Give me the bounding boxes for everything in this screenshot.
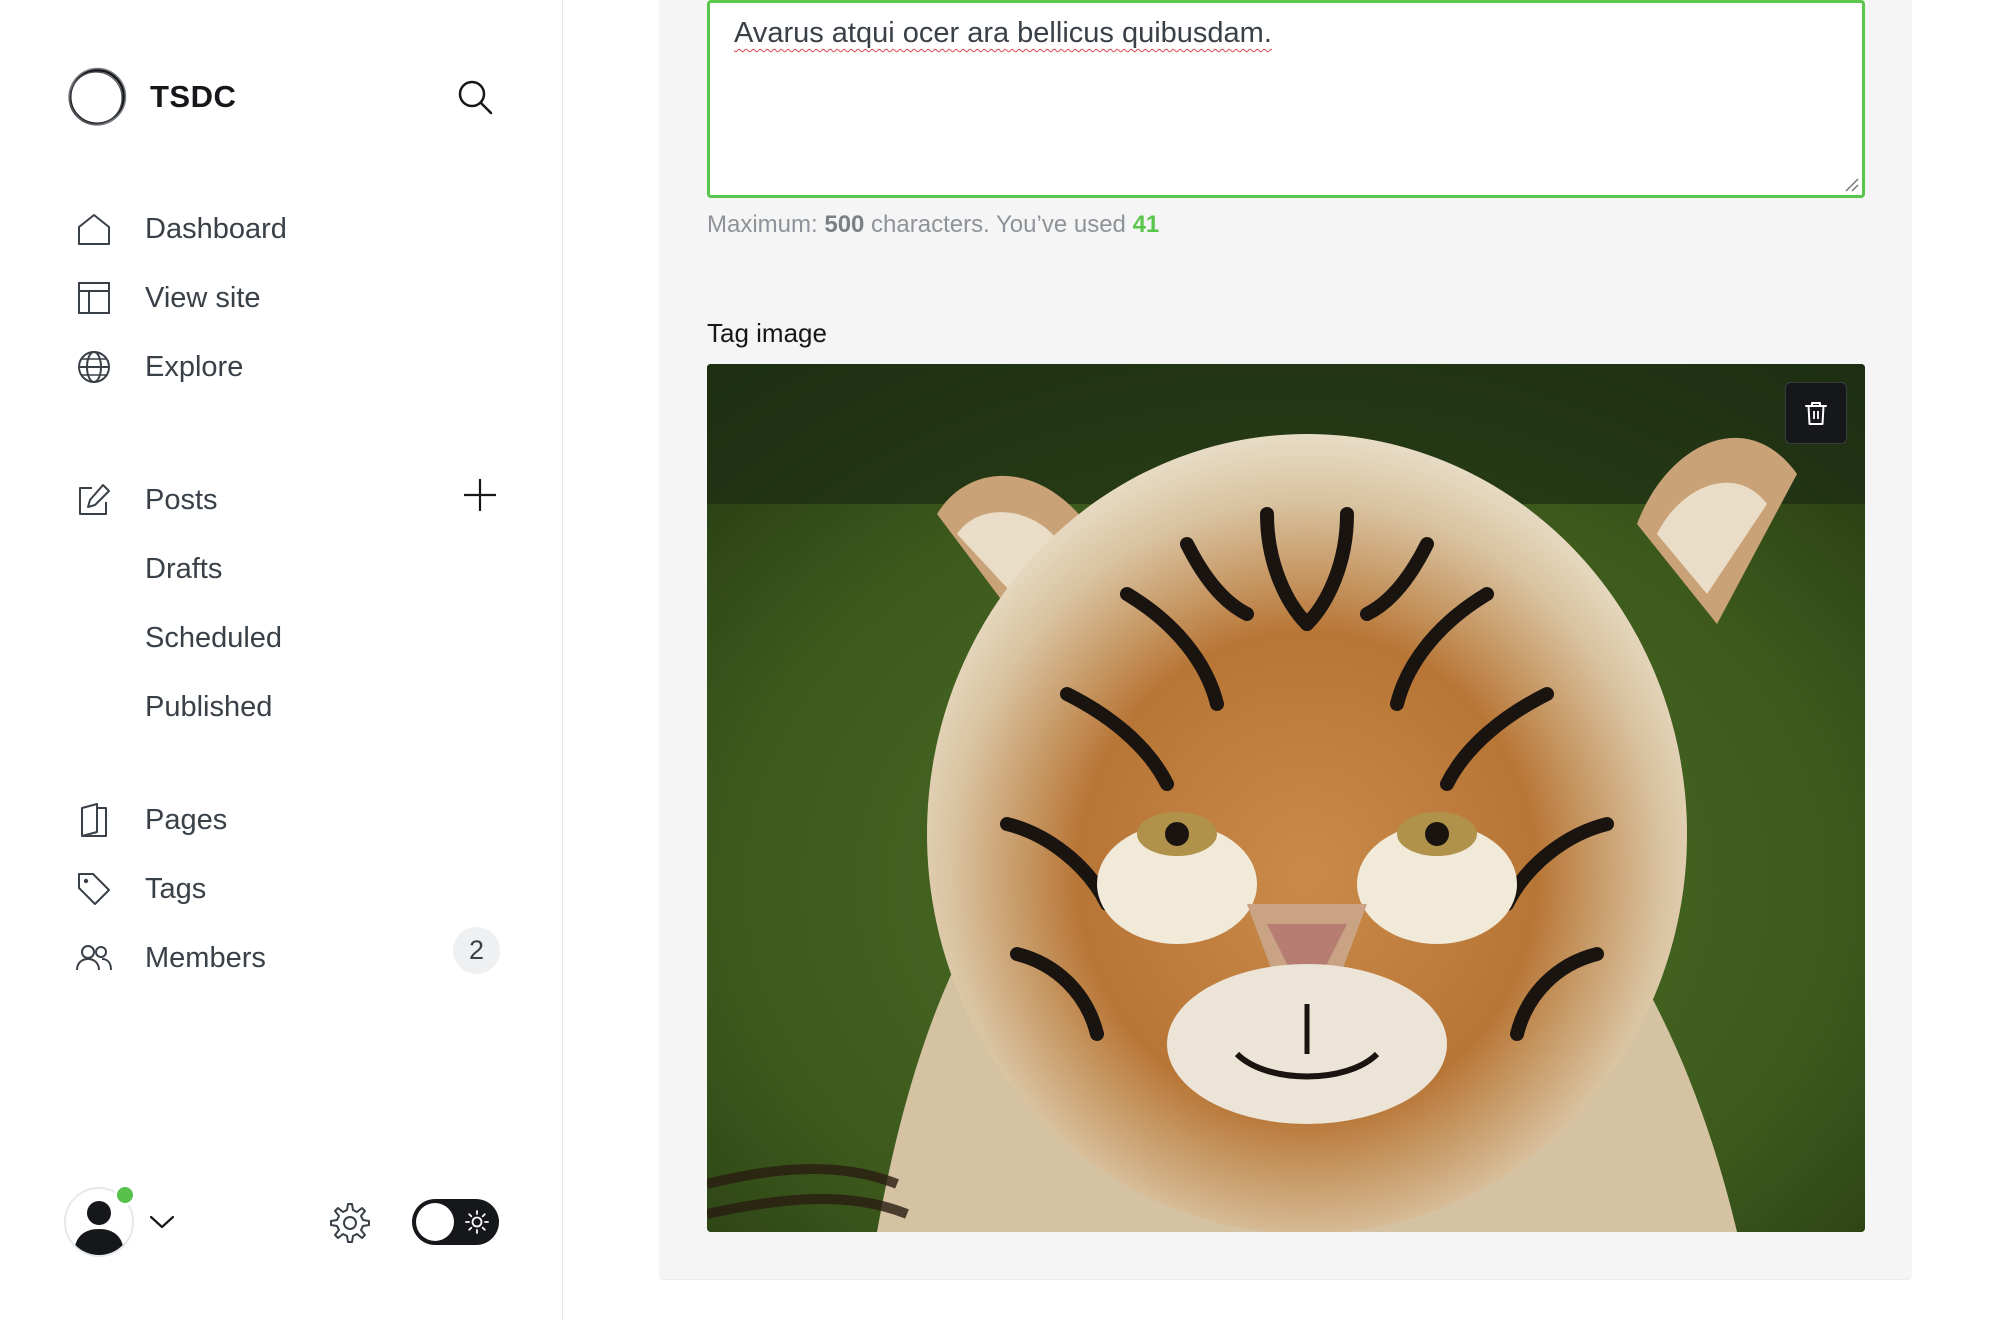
search-button[interactable] xyxy=(452,74,498,120)
tag-settings-panel: Avarus atqui ocer ara bellicus quibusdam… xyxy=(659,0,1912,1280)
toggle-knob xyxy=(416,1203,454,1241)
sidebar-item-label: Pages xyxy=(145,803,228,836)
sidebar: TSDC Dashboard View site Explore Posts D… xyxy=(0,0,563,1320)
new-post-button[interactable] xyxy=(458,473,502,517)
users-icon xyxy=(74,938,114,978)
brand-logo-icon xyxy=(68,67,127,126)
sidebar-item-pages[interactable]: Pages xyxy=(74,795,504,845)
resize-handle-icon[interactable] xyxy=(1843,176,1859,192)
tag-icon xyxy=(74,869,114,909)
user-menu-toggle[interactable] xyxy=(148,1208,176,1236)
sidebar-item-scheduled[interactable]: Scheduled xyxy=(145,613,282,663)
user-menu[interactable] xyxy=(64,1184,136,1257)
description-textarea[interactable]: Avarus atqui ocer ara bellicus quibusdam… xyxy=(707,0,1865,198)
sidebar-item-label: Tags xyxy=(145,872,207,905)
globe-icon xyxy=(74,347,114,387)
sidebar-item-label: Posts xyxy=(145,483,218,516)
sidebar-item-label: Explore xyxy=(145,350,244,383)
brand-name: TSDC xyxy=(150,79,237,114)
gear-icon xyxy=(330,1203,370,1243)
sidebar-item-posts[interactable]: Posts xyxy=(74,475,504,525)
trash-icon xyxy=(1805,402,1827,425)
main-content: Avarus atqui ocer ara bellicus quibusdam… xyxy=(564,0,2000,1320)
sidebar-item-label: View site xyxy=(145,281,261,314)
chevron-down-icon xyxy=(149,1215,175,1229)
layout-icon xyxy=(74,278,114,318)
settings-button[interactable] xyxy=(324,1199,372,1247)
character-count-hint: Maximum: 500 characters. You’ve used 41 xyxy=(707,211,1159,239)
sidebar-item-published[interactable]: Published xyxy=(145,682,272,732)
sidebar-item-explore[interactable]: Explore xyxy=(74,342,504,392)
members-count-badge: 2 xyxy=(453,927,500,974)
tag-image xyxy=(707,364,1865,1232)
sidebar-item-dashboard[interactable]: Dashboard xyxy=(74,204,504,254)
tiger-photo xyxy=(707,364,1865,1232)
sidebar-item-label: Members xyxy=(145,941,266,974)
home-icon xyxy=(74,209,114,249)
hint-prefix: Maximum: xyxy=(707,211,825,238)
sidebar-item-tags[interactable]: Tags xyxy=(74,864,504,914)
delete-image-button[interactable] xyxy=(1785,382,1847,444)
hint-used-count: 41 xyxy=(1132,211,1160,238)
sidebar-item-label: Dashboard xyxy=(145,212,287,245)
edit-icon xyxy=(74,480,114,520)
hint-middle: characters. You’ve used xyxy=(864,211,1133,238)
hint-max-count: 500 xyxy=(824,211,865,238)
sidebar-item-view-site[interactable]: View site xyxy=(74,273,504,323)
theme-toggle[interactable] xyxy=(412,1199,499,1245)
tag-image-label: Tag image xyxy=(707,318,827,348)
sidebar-item-drafts[interactable]: Drafts xyxy=(145,544,222,594)
online-status-dot xyxy=(114,1184,136,1206)
sun-icon xyxy=(465,1210,489,1234)
brand[interactable]: TSDC xyxy=(66,66,236,128)
page-icon xyxy=(74,800,114,840)
search-icon xyxy=(458,80,493,115)
sidebar-item-members[interactable]: Members xyxy=(74,933,504,983)
description-value: Avarus atqui ocer ara bellicus quibusdam… xyxy=(734,17,1272,49)
plus-icon xyxy=(464,479,496,511)
